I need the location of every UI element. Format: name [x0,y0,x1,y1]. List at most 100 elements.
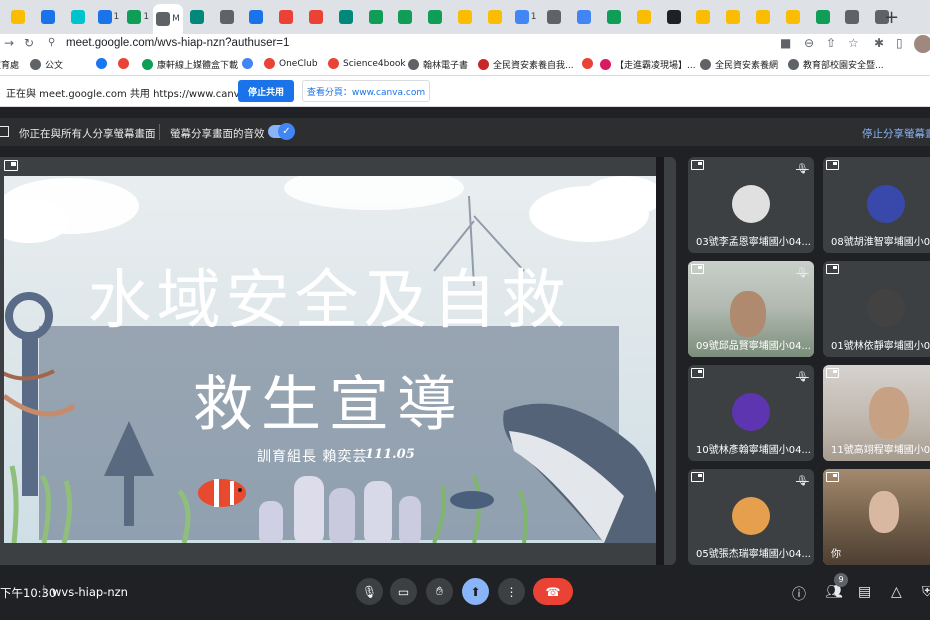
browser-tab[interactable] [540,5,570,29]
picture-in-picture-icon[interactable] [691,472,704,482]
browser-tab[interactable] [242,5,272,29]
shared-slide: 水域安全及自救 救生宣導 訓育組長 賴奕芸 111.05 [4,176,656,543]
host-controls-icon[interactable]: ⛨ [922,584,930,600]
bookmark-icon [756,10,770,24]
sidepanel-icon[interactable]: ▯ [896,36,903,50]
present-button[interactable]: ⬆ [462,578,489,605]
picture-in-picture-icon[interactable] [826,264,839,274]
bookmark-item[interactable]: 教育處 [0,58,19,71]
bookmark-label: OneClub [279,58,318,69]
browser-tab[interactable] [64,5,94,29]
bookmark-item[interactable] [242,58,257,69]
stop-presenting-link[interactable]: 停止分享螢幕畫面 [862,126,930,141]
picture-in-picture-icon[interactable] [4,160,18,171]
bookmark-item[interactable] [96,58,111,69]
picture-in-picture-icon[interactable] [826,472,839,482]
participant-tile[interactable]: 🎙︎ 09號邱品賢寧埔國小04... [688,261,814,357]
browser-tab[interactable] [630,5,660,29]
participant-tile[interactable]: 🎙︎ 05號張杰瑞寧埔國小04... [688,469,814,565]
square-icon [428,10,443,24]
meeting-details-icon[interactable]: ⓘ [792,584,806,604]
bookmark-star-icon[interactable]: ☆ [848,36,859,50]
browser-tab[interactable] [272,5,302,29]
bookmark-item[interactable] [582,58,597,69]
browser-tab[interactable] [183,5,213,29]
participant-face [869,387,909,439]
browser-tab[interactable]: 1 [511,5,541,29]
browser-tab[interactable] [779,5,809,29]
bookmark-item[interactable]: 翰林電子書 [408,58,468,71]
forward-icon[interactable]: → [4,36,14,50]
bookmark-item[interactable]: 教育部校園安全暨... [788,58,884,71]
browser-tab[interactable] [213,5,243,29]
bookmark-item[interactable]: OneClub [264,58,318,69]
view-tab-button[interactable]: 查看分頁：www.canva.com [302,80,430,102]
share-audio-toggle[interactable]: ✓ [268,123,295,140]
browser-tab[interactable] [809,5,839,29]
profile-avatar[interactable] [914,35,930,53]
browser-tab[interactable] [332,5,362,29]
camera-icon[interactable]: ■ [780,36,791,50]
microphone-button[interactable]: 🎙︎ [356,578,383,605]
browser-tab[interactable]: 1 [93,5,123,29]
browser-tab[interactable] [421,5,451,29]
browser-tab[interactable] [451,5,481,29]
browser-tab[interactable] [838,5,868,29]
bookmark-item[interactable]: 全民資安素養網 [700,58,778,71]
share-icon[interactable]: ⇧ [826,36,836,50]
camera-button[interactable]: ▭ [390,578,417,605]
browser-tab[interactable] [719,5,749,29]
browser-tab[interactable] [391,5,421,29]
stop-sharing-button[interactable]: 停止共用 [238,80,294,102]
bookmark-item[interactable] [118,58,133,69]
browser-tab[interactable]: M [153,4,183,34]
browser-tab[interactable] [362,5,392,29]
browser-tab[interactable] [302,5,332,29]
browser-tab[interactable] [34,5,64,29]
participant-tile[interactable]: 你 [823,469,930,565]
zoom-icon[interactable]: ⊖ [804,36,814,50]
chat-icon[interactable]: ▤ [858,584,871,600]
participant-tile[interactable]: 🎙︎ 03號李孟恩寧埔國小04... [688,157,814,253]
picture-in-picture-icon[interactable] [691,264,704,274]
bookmark-item[interactable]: 全民資安素養自我... [478,58,574,71]
bookmark-item[interactable]: 公文 [30,58,63,71]
browser-tab[interactable] [600,5,630,29]
presentation-scrollbar[interactable] [656,157,664,565]
bookmark-item[interactable]: 康軒線上媒體盒下載 [142,58,238,71]
browser-tab[interactable] [4,5,34,29]
bookmark-item[interactable]: 【走進霸凌現場】... [600,58,696,71]
participant-tile[interactable]: 11號高翊程寧埔國小04... [823,365,930,461]
chrome-icon [11,10,25,24]
browser-tab[interactable] [481,5,511,29]
bookmark-label: Science4book [343,58,406,69]
browser-tab[interactable] [570,5,600,29]
new-tab-button[interactable]: + [884,7,899,28]
meeting-code[interactable]: wvs-hiap-nzn [52,585,128,599]
mic-off-icon: 🎙︎ [796,164,809,175]
leave-call-button[interactable]: ☎ [533,578,573,605]
mic-off-icon: 🎙︎ [796,476,809,487]
browser-tab[interactable]: 1 [123,5,153,29]
extensions-icon[interactable]: ✱ [874,36,884,50]
picture-in-picture-icon[interactable] [691,160,704,170]
bookmark-label: 教育部校園安全暨... [803,61,884,71]
presenting-banner: 你正在與所有人分享螢幕畫面 螢幕分享畫面的音效 ✓ 停止分享螢幕畫面 [0,118,930,146]
reload-icon[interactable]: ↻ [24,36,34,50]
url-field[interactable]: meet.google.com/wvs-hiap-nzn?authuser=1 [66,37,289,49]
browser-tab[interactable] [749,5,779,29]
more-options-button[interactable]: ⋮ [498,578,525,605]
raise-hand-button[interactable]: ✋︎ [426,578,453,605]
participant-tile[interactable]: 🎙︎ 10號林彥翰寧埔國小04... [688,365,814,461]
browser-tab[interactable] [660,5,690,29]
picture-in-picture-icon[interactable] [826,368,839,378]
participant-tile[interactable]: 🎙︎08號胡淮智寧埔國小04... [823,157,930,253]
robot-icon [577,10,592,24]
picture-in-picture-icon[interactable] [826,160,839,170]
site-info-icon[interactable]: ⚲ [48,37,55,48]
browser-tab[interactable] [689,5,719,29]
participant-tile[interactable]: 🎙︎01號林依靜寧埔國小04... [823,261,930,357]
bookmark-item[interactable]: Science4book [328,58,406,69]
picture-in-picture-icon[interactable] [691,368,704,378]
activities-icon[interactable]: △ [891,584,902,600]
